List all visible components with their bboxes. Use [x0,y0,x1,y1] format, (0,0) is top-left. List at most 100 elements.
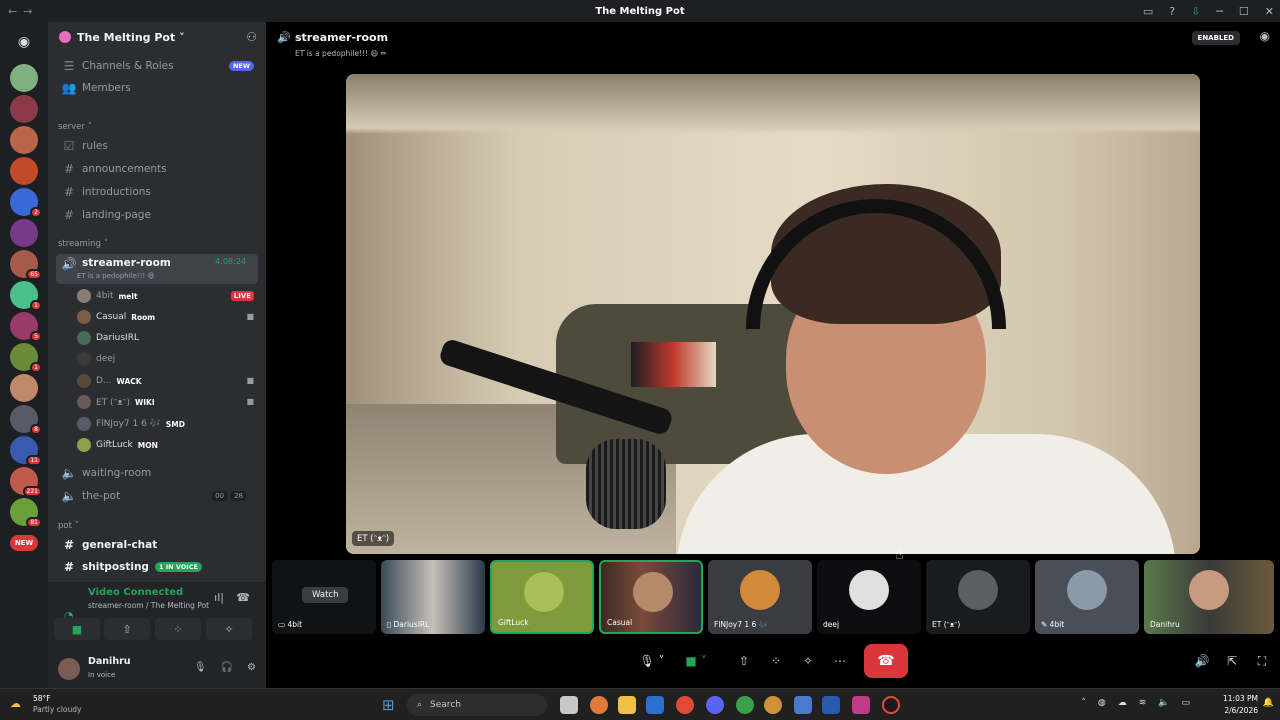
participant-tile[interactable]: Danihru [1144,560,1274,634]
category-streaming[interactable]: streaming ˅ [58,239,108,249]
word-icon[interactable] [822,696,840,714]
category-pot[interactable]: pot ˅ [58,521,79,531]
notification-bell-icon[interactable]: 🔔 [1263,698,1274,708]
voice-user[interactable]: FlNJoy7 1 6 🎶 SMD [77,414,185,434]
participant-tile[interactable]: Watch ▭ 4bit [272,560,376,634]
taskbar-search[interactable]: ⌕ Search [407,694,547,716]
wifi-icon[interactable]: ≋ [1139,698,1147,708]
voice-channel-waiting-room[interactable]: 🔈 waiting-room [56,463,258,483]
microphone-icon[interactable]: 🎙 [194,662,207,673]
file-explorer-icon[interactable] [618,696,636,714]
voice-user[interactable]: GiftLuck MON [77,435,158,455]
channel-introductions[interactable]: # introductions [56,182,258,202]
channel-announcements[interactable]: # announcements [56,159,258,179]
server-icon[interactable] [10,95,38,123]
channel-landing-page[interactable]: # landing-page [56,205,258,225]
main-video-stream[interactable]: ET (ᵔᴥᵔ) [346,74,1200,554]
windows-start-icon[interactable]: ⊞ [382,696,395,714]
server-icon[interactable]: 8 [10,405,42,435]
snipping-tool-icon[interactable] [852,696,870,714]
avatar[interactable] [58,658,80,680]
microphone-toggle[interactable]: 🎙 ˅ [634,648,670,674]
volume-icon[interactable]: 🔈 [1158,698,1169,708]
screen-share-button[interactable]: ⇧ [104,618,150,640]
maximize-icon[interactable]: ☐ [1239,5,1249,18]
inbox-icon[interactable]: ▭ [1143,5,1153,18]
help-icon[interactable]: ? [1169,5,1175,18]
clock[interactable]: 11:03 PM 2/6/2026 [1223,693,1258,717]
minimize-icon[interactable]: ─ [1216,5,1223,18]
voice-user[interactable]: Casual Room [77,307,155,327]
chrome-icon[interactable] [676,696,694,714]
volume-button[interactable]: 🔊 [1192,648,1212,674]
server-icon[interactable] [10,374,38,402]
voice-user[interactable]: deej [77,349,115,369]
server-icon[interactable]: 221 [10,467,42,497]
copilot-icon[interactable] [590,696,608,714]
server-icon[interactable]: 1 [10,343,42,373]
voice-channel-the-pot[interactable]: 🔈 the-pot 00 28 [56,486,258,506]
invite-icon[interactable]: ⚇ [246,30,257,44]
server-header[interactable]: The Melting Pot ˅ ⚇ [48,22,266,52]
chevron-up-icon[interactable]: ˄ [1081,698,1086,708]
camera-button[interactable]: ■ [54,618,100,640]
participant-tile[interactable]: Casual [599,560,703,634]
participant-tile[interactable]: ▯ DariusIRL [381,560,485,634]
server-icon[interactable]: 1 [10,281,42,311]
calculator-icon[interactable] [794,696,812,714]
channel-general-chat[interactable]: # general-chat [56,535,258,555]
category-server[interactable]: server ˅ [58,122,92,132]
onedrive-icon[interactable]: ☁ [1118,698,1127,708]
app-icon[interactable] [882,696,900,714]
voice-user[interactable]: ET (ᵔᴥᵔ) WIKI [77,392,155,412]
server-icon[interactable] [10,157,38,185]
camera-toggle[interactable]: ■ ˅ [676,648,716,674]
soundboard-button[interactable]: ✧ [206,618,252,640]
popout-button[interactable]: ⇱ [1222,648,1242,674]
store-icon[interactable] [646,696,664,714]
participant-tile[interactable]: ✎ 4bit [1035,560,1139,634]
task-view-icon[interactable] [560,696,578,714]
screen-share-button[interactable]: ⇧ [732,648,756,674]
noise-suppression-icon[interactable]: ıl| [214,591,224,604]
server-icon[interactable] [10,126,38,154]
activities-button[interactable]: ⁘ [155,618,201,640]
voice-user[interactable]: 4bit melt [77,286,138,306]
server-icon[interactable] [10,64,38,92]
server-icon[interactable]: 2 [10,188,42,218]
gear-icon[interactable]: ⚙ [247,662,256,673]
participant-tile[interactable]: deej [817,560,921,634]
chrome-profile-2-icon[interactable] [764,696,782,714]
more-button[interactable]: ⋯ [828,648,852,674]
channel-rules[interactable]: ☑ rules [56,136,258,156]
enabled-badge[interactable]: ENABLED [1191,31,1240,45]
end-call-button[interactable]: ☎ [864,644,908,678]
chrome-profile-icon[interactable] [736,696,754,714]
channels-roles[interactable]: ☰ Channels & Roles NEW [56,56,258,76]
voice-user[interactable]: DariusIRL [77,328,139,348]
weather-widget[interactable]: 58°F Partly cloudy [33,693,81,715]
download-icon[interactable]: ⇩ [1191,5,1200,18]
discord-home-icon[interactable]: ◉ [10,28,38,56]
voice-user[interactable]: D... WACK [77,371,142,391]
server-icon[interactable]: 5 [10,312,42,342]
activities-button[interactable]: ⁘ [764,648,788,674]
members[interactable]: 👥 Members [56,78,258,98]
server-icon[interactable]: 81 [10,498,42,528]
battery-icon[interactable]: ▭ [1181,698,1190,708]
participant-tile[interactable]: ET (ᵔᴥᵔ) [926,560,1030,634]
participant-tile[interactable]: FlNJoy7 1 6 🎶 [708,560,812,634]
channel-shitposting[interactable]: # shitposting 1 IN VOICE [56,557,258,577]
discord-icon[interactable] [706,696,724,714]
server-icon[interactable] [10,219,38,247]
fullscreen-button[interactable]: ⛶ [1252,648,1272,674]
participant-tile[interactable]: GiftLuck [490,560,594,634]
soundboard-button[interactable]: ✧ [796,648,820,674]
disconnect-icon[interactable]: ☎ [236,591,250,604]
watch-button[interactable]: Watch [302,587,349,603]
server-icon[interactable]: NEW [10,535,38,551]
network-icon[interactable]: ◍ [1098,698,1106,708]
headphones-icon[interactable]: 🎧 [221,662,233,673]
close-icon[interactable]: ✕ [1265,5,1274,18]
server-icon[interactable]: 65 [10,250,42,280]
